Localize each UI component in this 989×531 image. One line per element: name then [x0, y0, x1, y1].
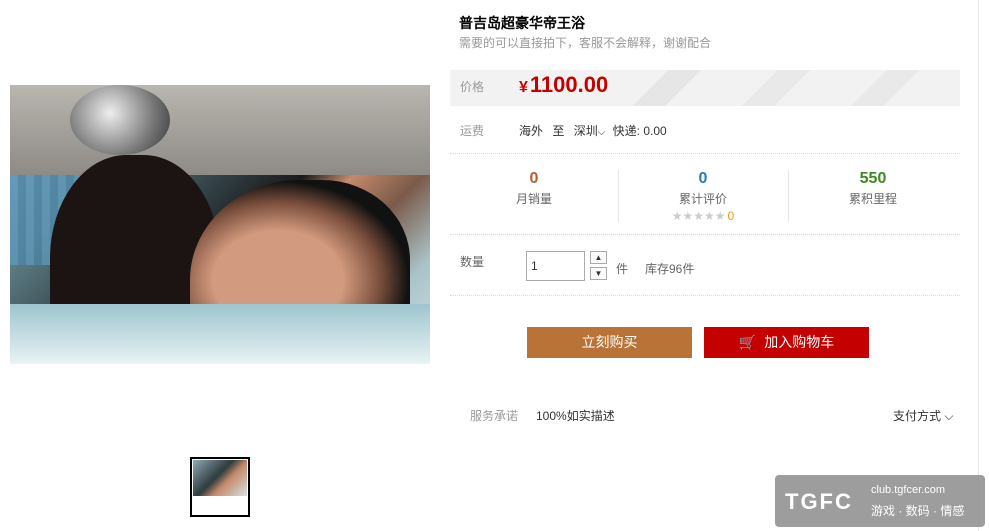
stat-label: 累积里程: [848, 192, 897, 206]
watermark: TGFC club.tgfcer.com 游戏 · 数码 · 情感: [775, 475, 985, 527]
quantity-decrease-button[interactable]: ▼: [590, 267, 607, 280]
cart-icon: 🛒: [738, 334, 757, 350]
stat-num: 550: [859, 170, 887, 187]
thumbnail-image: [193, 460, 247, 496]
watermark-domain: club.tgfcer.com: [871, 484, 945, 496]
stat-label: 月销量: [515, 192, 552, 206]
price-amount: 1100.00: [529, 72, 609, 97]
shipping-city: 深圳: [573, 124, 598, 138]
star-icon: ★★★★★: [671, 209, 726, 223]
chevron-down-icon: ⌵: [944, 409, 954, 423]
stat-num: 0: [698, 170, 708, 187]
stat-reviews[interactable]: 0 累计评价 ★★★★★ 0: [618, 170, 788, 223]
shipping-info: 海外 至 深圳⌵ 快递: 0.00: [519, 122, 667, 139]
shipping-express: 快递: 0.00: [612, 124, 667, 138]
buy-now-button[interactable]: 立刻购买: [527, 327, 692, 358]
product-main-image[interactable]: [10, 85, 430, 364]
divider: [450, 295, 960, 296]
currency-symbol: ¥: [519, 79, 528, 96]
add-to-cart-button[interactable]: 🛒 加入购物车: [704, 327, 869, 358]
stat-label: 累计评价: [678, 192, 727, 206]
payment-methods-dropdown[interactable]: 支付方式 ⌵: [893, 407, 953, 424]
payment-label: 支付方式: [893, 409, 942, 423]
shipping-origin: 海外: [519, 124, 544, 138]
shipping-label: 运费: [460, 124, 485, 138]
quantity-unit: 件: [616, 262, 629, 276]
price-label: 价格: [460, 80, 485, 94]
shipping-city-select[interactable]: 深圳⌵: [574, 124, 610, 138]
watermark-logo: TGFC: [785, 489, 853, 514]
service-label: 服务承诺: [470, 409, 519, 423]
quantity-increase-button[interactable]: ▲: [590, 251, 607, 264]
page-border: [978, 0, 979, 531]
service-value: 100%如实描述: [536, 409, 615, 423]
product-title: 普吉岛超豪华帝王浴: [459, 15, 585, 31]
divider: [450, 234, 960, 235]
rating-stars: ★★★★★ 0: [618, 209, 788, 223]
price-value: ¥1100.00: [519, 72, 608, 98]
shipping-to: 至: [552, 124, 565, 138]
quantity-label: 数量: [460, 255, 485, 269]
quantity-input[interactable]: [526, 251, 585, 281]
image-decor: [70, 85, 170, 155]
stock-info: 库存96件: [645, 262, 695, 276]
stat-num: 0: [529, 170, 539, 187]
stat-monthly-sales: 0 月销量: [449, 170, 619, 207]
watermark-slogan: 游戏 · 数码 · 情感: [871, 504, 965, 518]
rating-count: 0: [727, 209, 735, 223]
add-to-cart-label: 加入购物车: [764, 334, 835, 350]
chevron-down-icon: ⌵: [597, 127, 606, 138]
divider: [450, 153, 960, 154]
stat-mileage: 550 累积里程: [788, 170, 958, 207]
product-subtitle: 需要的可以直接拍下，客服不会解释，谢谢配合: [459, 36, 712, 50]
image-water: [10, 304, 430, 364]
product-thumbnail[interactable]: [190, 457, 250, 517]
